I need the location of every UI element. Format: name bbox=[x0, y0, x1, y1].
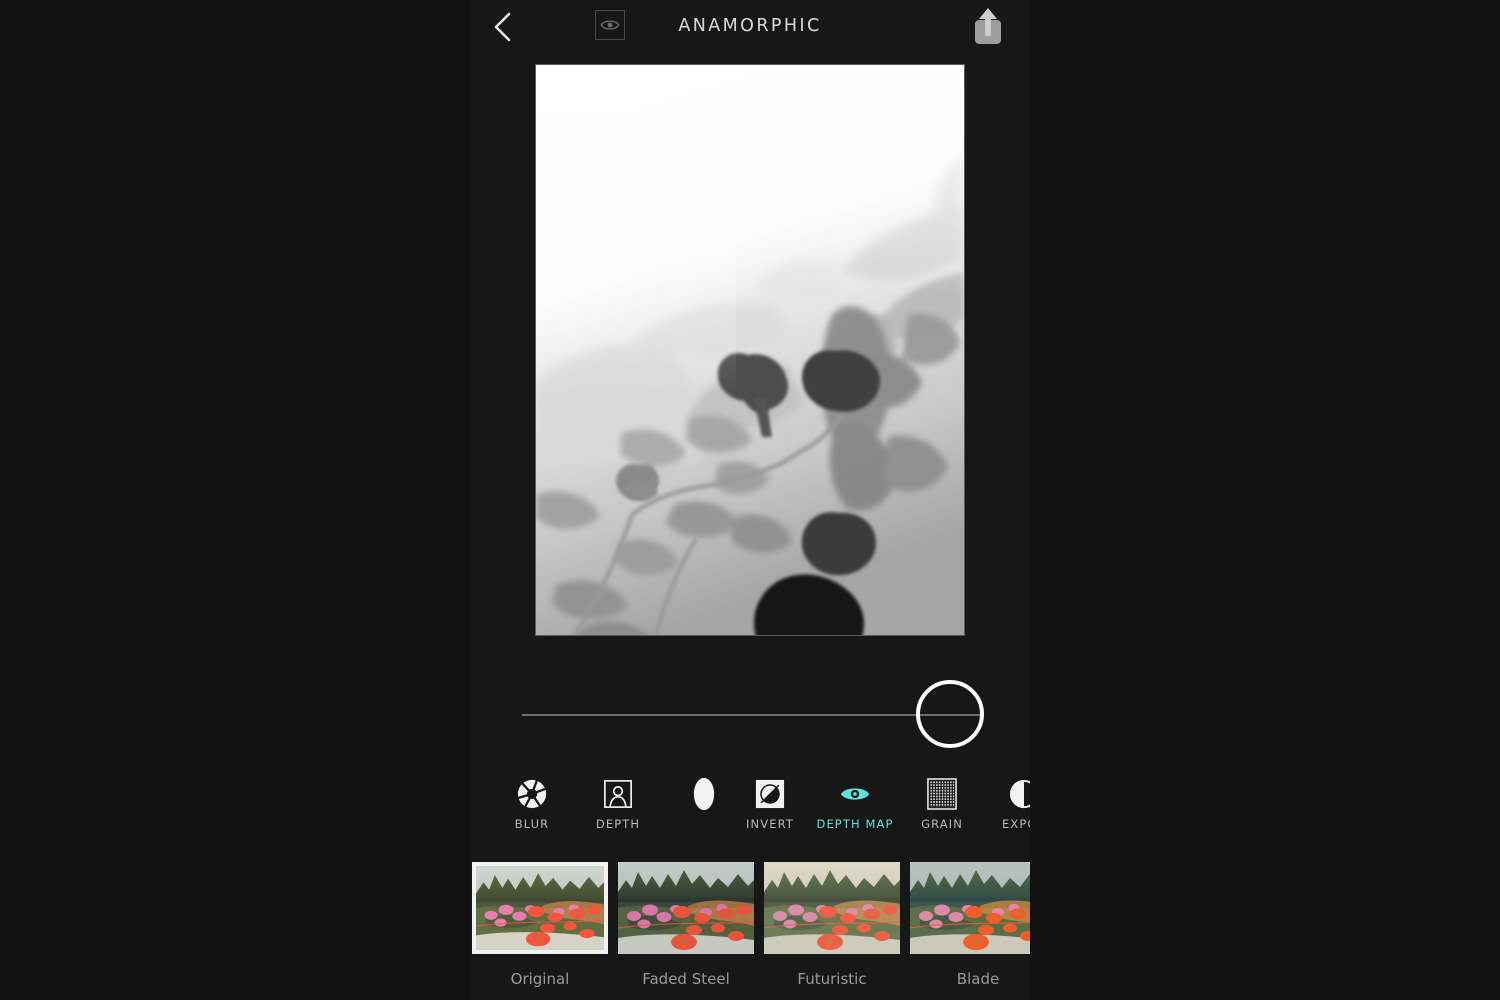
phone-viewport: ANAMORPHIC BLUR DEPTH INVERT DEPTH MAP G… bbox=[470, 0, 1030, 1000]
filter-thumbnail-image bbox=[476, 866, 604, 950]
tool-invert-icon bbox=[728, 775, 812, 813]
top-toolbar: ANAMORPHIC bbox=[470, 0, 1030, 55]
filter-faded-steel-label: Faded Steel bbox=[642, 970, 730, 988]
tool-grain[interactable]: GRAIN bbox=[900, 775, 984, 843]
tool-grain-label: GRAIN bbox=[921, 817, 963, 831]
tool-invert[interactable]: INVERT bbox=[728, 775, 812, 843]
filter-blade-label: Blade bbox=[956, 970, 1000, 988]
tool-strip[interactable]: BLUR DEPTH INVERT DEPTH MAP GRAIN EXP bbox=[470, 775, 1030, 845]
slider-track[interactable] bbox=[522, 714, 982, 716]
invert-circle-icon bbox=[755, 779, 785, 809]
filter-thumbnail-image bbox=[618, 862, 754, 954]
portrait-person-icon bbox=[604, 780, 632, 808]
app-screen: ANAMORPHIC BLUR DEPTH INVERT DEPTH MAP G… bbox=[0, 0, 1500, 1000]
filter-thumbnail-image bbox=[910, 862, 1030, 954]
tool-invert-label: INVERT bbox=[746, 817, 794, 831]
tool-blur-label: BLUR bbox=[514, 817, 550, 831]
image-canvas[interactable] bbox=[536, 65, 964, 635]
tool-exposure[interactable]: EXPOS bbox=[982, 775, 1030, 843]
tool-depth-icon bbox=[576, 775, 660, 813]
tool-blur[interactable]: BLUR bbox=[490, 775, 574, 843]
filter-strip[interactable]: Original Faded Steel Futuristic Blade bbox=[470, 862, 1030, 1000]
filter-blade[interactable]: Blade bbox=[910, 862, 1030, 988]
half-circle-icon bbox=[1009, 779, 1030, 809]
filter-futuristic-label: Futuristic bbox=[797, 970, 867, 988]
filter-futuristic[interactable]: Futuristic bbox=[764, 862, 910, 988]
tool-depth[interactable]: DEPTH bbox=[576, 775, 660, 843]
filter-futuristic-thumbnail[interactable] bbox=[764, 862, 900, 954]
tool-depth-map-icon bbox=[813, 775, 897, 813]
tool-exposure-icon bbox=[982, 775, 1030, 813]
filter-faded-steel-thumbnail[interactable] bbox=[618, 862, 754, 954]
filter-original[interactable]: Original bbox=[472, 862, 618, 988]
tool-depth-map[interactable]: DEPTH MAP bbox=[813, 775, 897, 843]
slider-thumb[interactable] bbox=[915, 680, 984, 748]
share-button[interactable] bbox=[968, 6, 1008, 48]
depth-map-preview bbox=[536, 65, 964, 635]
filter-blade-thumbnail[interactable] bbox=[910, 862, 1030, 954]
tool-exposure-label: EXPOS bbox=[1002, 817, 1030, 831]
eye-icon bbox=[840, 788, 870, 800]
ellipse-filled-icon bbox=[693, 777, 715, 811]
share-up-arrow-icon bbox=[975, 8, 1001, 44]
tool-depth-label: DEPTH bbox=[595, 817, 641, 831]
filter-thumbnail-image bbox=[764, 862, 900, 954]
page-title: ANAMORPHIC bbox=[678, 16, 822, 36]
aperture-icon bbox=[517, 779, 547, 809]
filter-original-label: Original bbox=[510, 970, 570, 988]
tool-depth-map-label: DEPTH MAP bbox=[816, 817, 894, 831]
filter-faded-steel[interactable]: Faded Steel bbox=[618, 862, 764, 988]
tool-grain-icon bbox=[900, 775, 984, 813]
filter-original-thumbnail[interactable] bbox=[472, 862, 608, 954]
grain-mesh-icon bbox=[927, 778, 957, 810]
depth-map-slider[interactable] bbox=[470, 680, 1030, 750]
tool-blur-icon bbox=[490, 775, 574, 813]
